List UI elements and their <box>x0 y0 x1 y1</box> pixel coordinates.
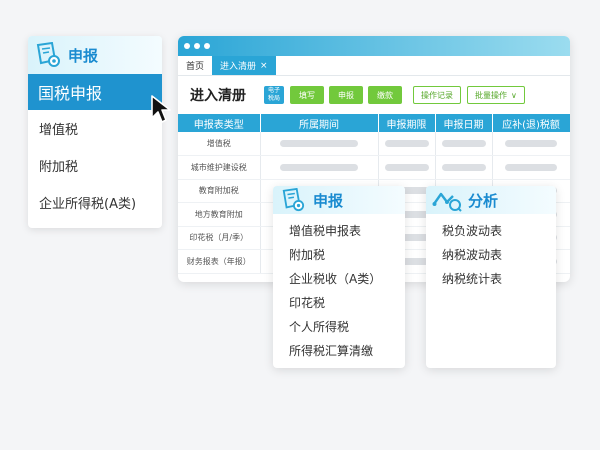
table-cell-type: 印花税（月/季） <box>178 226 261 250</box>
close-icon[interactable]: × <box>260 61 268 71</box>
table-cell-placeholder <box>378 155 436 180</box>
analysis-item-tax-payment-fluctuation[interactable]: 纳税波动表 <box>426 242 556 266</box>
e-tax-bureau-icon[interactable]: 电子 税局 <box>264 86 284 104</box>
tab-declaration-list[interactable]: 进入清册 × <box>212 56 276 75</box>
declare-menu-header: 申报 <box>28 36 162 74</box>
declare-item-corporate-tax[interactable]: 企业税收（A类） <box>273 266 405 290</box>
tab-home[interactable]: 首页 <box>178 56 212 75</box>
e-tax-badge-line2: 税局 <box>267 95 280 102</box>
table-cell-placeholder <box>378 132 436 156</box>
declare-item-annual-settlement[interactable]: 所得税汇算清缴 <box>273 338 405 362</box>
table-row[interactable]: 城市维护建设税 <box>178 155 570 180</box>
analysis-item-tax-statistics[interactable]: 纳税统计表 <box>426 266 556 290</box>
declare-menu-panel: 申报 国税申报 增值税 附加税 企业所得税(A类) <box>28 36 162 228</box>
fill-button[interactable]: 填写 <box>290 86 324 104</box>
window-titlebar <box>178 36 570 56</box>
declare-doc-icon <box>36 42 60 67</box>
toolbar: 进入清册 电子 税局 填写 申报 缴款 操作记录 批量操作 ∨ <box>178 76 570 114</box>
skeleton-bar <box>505 163 557 171</box>
table-cell-placeholder <box>492 155 570 180</box>
table-header-row: 申报表类型 所属期间 申报期限 申报日期 应补(退)税额 <box>178 114 570 132</box>
skeleton-bar <box>384 163 429 171</box>
skeleton-bar <box>505 140 557 147</box>
declare-item-vat-form[interactable]: 增值税申报表 <box>273 218 405 242</box>
table-cell-type: 地方教育附加 <box>178 202 261 227</box>
declare-item-stamp-duty[interactable]: 印花税 <box>273 290 405 314</box>
table-cell-placeholder <box>435 155 493 180</box>
analysis-dropdown-card: 分析 税负波动表 纳税波动表 纳税统计表 <box>426 186 556 368</box>
analysis-card-title: 分析 <box>468 191 499 210</box>
tab-declaration-list-label: 进入清册 <box>220 62 257 72</box>
column-header: 申报期限 <box>378 114 436 132</box>
declare-doc-icon <box>282 188 305 212</box>
column-header: 所属期间 <box>260 114 379 132</box>
window-dot-icon <box>194 43 200 49</box>
table-cell-placeholder <box>260 155 379 180</box>
analysis-item-tax-burden-fluctuation[interactable]: 税负波动表 <box>426 218 556 242</box>
table-cell-placeholder <box>260 132 379 156</box>
analysis-card-header: 分析 <box>426 186 556 214</box>
e-tax-badge-line1: 电子 <box>267 87 280 94</box>
declare-button[interactable]: 申报 <box>329 86 363 104</box>
page-title: 进入清册 <box>190 88 246 104</box>
skeleton-bar <box>280 163 358 171</box>
operation-log-button[interactable]: 操作记录 <box>413 86 461 104</box>
batch-operation-dropdown[interactable]: 批量操作 ∨ <box>467 86 525 104</box>
table-cell-type: 增值税 <box>178 132 261 156</box>
menu-item-surcharge[interactable]: 附加税 <box>28 147 162 184</box>
column-header: 应补(退)税额 <box>492 114 570 132</box>
window-dot-icon <box>184 43 190 49</box>
chevron-down-icon: ∨ <box>511 90 517 100</box>
tab-bar: 首页 进入清册 × <box>178 56 570 76</box>
declare-item-surcharge[interactable]: 附加税 <box>273 242 405 266</box>
pay-button[interactable]: 缴款 <box>368 86 402 104</box>
table-row[interactable]: 增值税 <box>178 132 570 156</box>
skeleton-bar <box>384 140 429 147</box>
menu-item-national-tax[interactable]: 国税申报 <box>28 74 162 110</box>
window-dot-icon <box>204 43 210 49</box>
declare-item-personal-income-tax[interactable]: 个人所得税 <box>273 314 405 338</box>
menu-item-vat[interactable]: 增值税 <box>28 110 162 147</box>
column-header: 申报日期 <box>435 114 493 132</box>
skeleton-bar <box>441 163 486 171</box>
skeleton-bar <box>280 140 358 147</box>
analysis-chart-icon <box>432 192 462 212</box>
declare-card-title: 申报 <box>313 191 344 210</box>
table-cell-type: 教育附加税 <box>178 179 261 203</box>
skeleton-bar <box>441 140 486 147</box>
table-cell-placeholder <box>435 132 493 156</box>
mouse-cursor-icon <box>151 95 171 123</box>
batch-operation-label: 批量操作 <box>475 90 507 100</box>
table-cell-type: 财务报表（年报） <box>178 249 261 274</box>
menu-item-corporate-income-tax[interactable]: 企业所得税(A类) <box>28 184 162 221</box>
table-cell-placeholder <box>492 132 570 156</box>
column-header: 申报表类型 <box>178 114 261 132</box>
table-cell-type: 城市维护建设税 <box>178 155 261 180</box>
declare-dropdown-card: 申报 增值税申报表 附加税 企业税收（A类） 印花税 个人所得税 所得税汇算清缴 <box>273 186 405 368</box>
declare-card-header: 申报 <box>273 186 405 214</box>
declare-menu-title: 申报 <box>68 46 99 65</box>
